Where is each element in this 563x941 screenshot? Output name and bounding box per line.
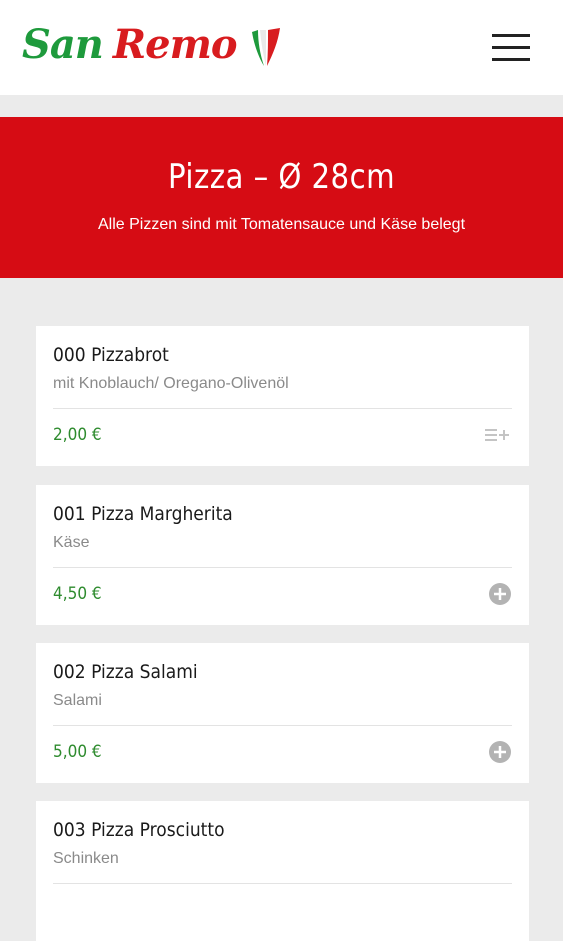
divider (53, 408, 512, 409)
menu-item-card[interactable]: 003 Pizza Prosciutto Schinken (36, 801, 529, 941)
plus-circle-icon[interactable] (488, 740, 512, 764)
hamburger-menu-icon[interactable] (492, 34, 530, 62)
logo[interactable]: San Remo (22, 20, 238, 70)
item-name: 003 Pizza Prosciutto (53, 819, 225, 841)
item-description: Salami (53, 692, 102, 709)
item-name: 001 Pizza Margherita (53, 503, 233, 525)
item-description: Käse (53, 534, 90, 551)
item-price: 4,50 € (53, 584, 102, 604)
plus-circle-icon[interactable] (488, 582, 512, 606)
header: San Remo (0, 0, 563, 95)
item-name: 002 Pizza Salami (53, 661, 198, 683)
divider (53, 883, 512, 884)
item-price: 2,00 € (53, 425, 102, 445)
category-subtitle: Alle Pizzen sind mit Tomatensauce und Kä… (97, 216, 466, 233)
category-banner: Pizza – Ø 28cm Alle Pizzen sind mit Toma… (0, 117, 563, 278)
list-add-icon[interactable] (484, 423, 510, 447)
category-title: Pizza – Ø 28cm (167, 157, 396, 197)
item-name: 000 Pizzabrot (53, 344, 169, 366)
logo-word-san: San (22, 21, 104, 68)
menu-item-card[interactable]: 002 Pizza Salami Salami 5,00 € (36, 643, 529, 783)
menu-item-card[interactable]: 000 Pizzabrot mit Knoblauch/ Oregano-Oli… (36, 326, 529, 466)
item-description: Schinken (53, 850, 119, 867)
menu-item-card[interactable]: 001 Pizza Margherita Käse 4,50 € (36, 485, 529, 625)
divider (53, 567, 512, 568)
divider (53, 725, 512, 726)
italian-flag-icon (252, 28, 280, 66)
item-description: mit Knoblauch/ Oregano-Olivenöl (53, 375, 289, 392)
item-price: 5,00 € (53, 742, 102, 762)
logo-word-remo: Remo (112, 21, 238, 68)
